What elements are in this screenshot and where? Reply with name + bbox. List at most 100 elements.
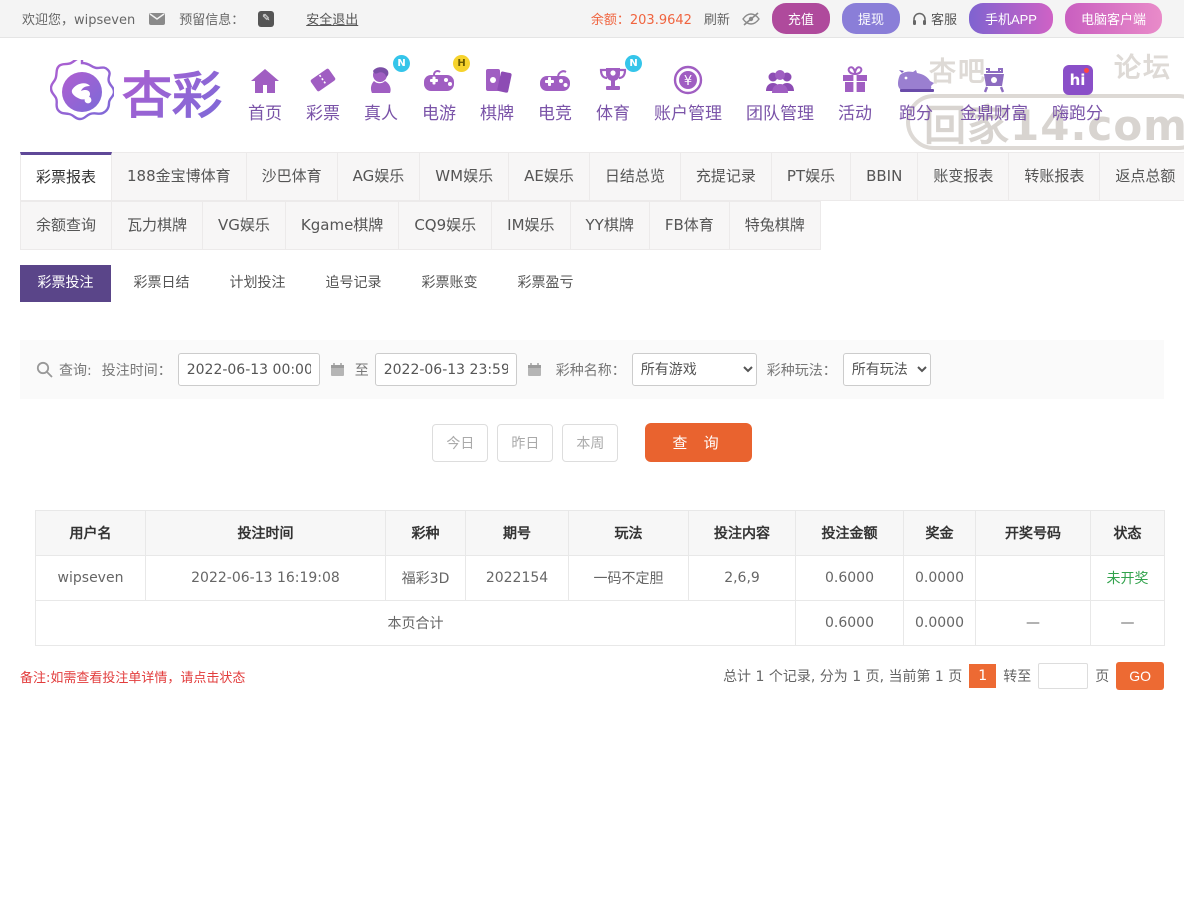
logout-link[interactable]: 安全退出 — [306, 9, 358, 28]
nav-item-promo[interactable]: 活动 — [838, 61, 872, 124]
subtab-lottery-profit[interactable]: 彩票盈亏 — [500, 265, 591, 302]
go-button[interactable]: GO — [1116, 662, 1164, 690]
lottery-name-select[interactable]: 所有游戏 — [632, 353, 757, 386]
nav-item-hipaofen[interactable]: hi 嗨跑分 — [1052, 61, 1103, 124]
svg-text:¥: ¥ — [684, 74, 692, 89]
recharge-button[interactable]: 充值 — [772, 3, 830, 34]
play-type-select[interactable]: 所有玩法 — [843, 353, 931, 386]
cell-prize: 0.0000 — [904, 556, 976, 601]
tab-cq9[interactable]: CQ9娱乐 — [399, 201, 492, 250]
nav-item-home[interactable]: 首页 — [248, 61, 282, 124]
date-from-input[interactable] — [178, 353, 320, 386]
query-label: 查询: — [59, 360, 92, 380]
edit-pencil-icon[interactable]: ✎ — [258, 11, 274, 27]
site-header: 杏吧 论坛 回家14.com 杏彩 首页 — [0, 38, 1184, 146]
refresh-link[interactable]: 刷新 — [704, 9, 730, 28]
new-badge: N — [625, 55, 642, 72]
nav-item-team[interactable]: 团队管理 — [746, 61, 814, 124]
tab-tetu[interactable]: 特兔棋牌 — [730, 201, 821, 250]
cell-username: wipseven — [36, 556, 146, 601]
to-label: 至 — [355, 360, 369, 380]
table-row: wipseven 2022-06-13 16:19:08 福彩3D 202215… — [36, 556, 1165, 601]
tab-ae[interactable]: AE娱乐 — [509, 152, 590, 201]
tripod-icon — [979, 61, 1009, 95]
pc-client-button[interactable]: 电脑客户端 — [1065, 3, 1162, 34]
play-type-label: 彩种玩法： — [767, 360, 837, 380]
subtab-lottery-bets[interactable]: 彩票投注 — [20, 265, 111, 302]
tab-ag[interactable]: AG娱乐 — [338, 152, 421, 201]
bets-table: 用户名 投注时间 彩种 期号 玩法 投注内容 投注金额 奖金 开奖号码 状态 w… — [35, 510, 1165, 646]
gamepad-icon: H — [422, 61, 456, 95]
query-button[interactable]: 查 询 — [645, 423, 751, 462]
tab-wali[interactable]: 瓦力棋牌 — [112, 201, 203, 250]
tab-transfer-report[interactable]: 转账报表 — [1009, 152, 1100, 201]
yesterday-button[interactable]: 昨日 — [497, 424, 553, 462]
nav-item-lottery[interactable]: 彩票 — [306, 61, 340, 124]
subtab-lottery-account-change[interactable]: 彩票账变 — [404, 265, 495, 302]
status-link[interactable]: 未开奖 — [1091, 556, 1165, 601]
tab-im[interactable]: IM娱乐 — [492, 201, 570, 250]
tab-pt[interactable]: PT娱乐 — [772, 152, 851, 201]
withdraw-button[interactable]: 提现 — [842, 3, 900, 34]
cards-icon — [482, 61, 512, 95]
today-button[interactable]: 今日 — [432, 424, 488, 462]
subtab-plan-bets[interactable]: 计划投注 — [212, 265, 303, 302]
hot-badge: H — [453, 55, 470, 72]
tab-account-change-report[interactable]: 账变报表 — [918, 152, 1009, 201]
customer-service-link[interactable]: 客服 — [912, 9, 957, 28]
col-content: 投注内容 — [689, 511, 796, 556]
nav-item-esports[interactable]: 电竞 — [538, 61, 572, 124]
table-total-row: 本页合计 0.6000 0.0000 — — — [36, 601, 1165, 646]
tab-daily-summary[interactable]: 日结总览 — [590, 152, 681, 201]
this-week-button[interactable]: 本周 — [562, 424, 618, 462]
tab-wm[interactable]: WM娱乐 — [420, 152, 509, 201]
hi-icon: hi — [1063, 61, 1093, 95]
rhino-icon — [896, 61, 936, 95]
tab-188-sports[interactable]: 188金宝博体育 — [112, 152, 247, 201]
calendar-icon[interactable] — [527, 362, 542, 377]
nav-item-jinding[interactable]: 金鼎财富 — [960, 61, 1028, 124]
col-bet-time: 投注时间 — [146, 511, 386, 556]
headset-icon — [912, 12, 927, 26]
envelope-icon[interactable] — [149, 13, 165, 25]
topbar: 欢迎您，wipseven 预留信息： ✎ 安全退出 余额：203.9642 刷新… — [0, 0, 1184, 38]
tab-fb-sports[interactable]: FB体育 — [650, 201, 730, 250]
goto-page-input[interactable] — [1038, 663, 1088, 689]
site-logo[interactable]: 杏彩 — [50, 56, 222, 128]
tab-kgame[interactable]: Kgame棋牌 — [286, 201, 399, 250]
report-tabs-row1: 彩票报表 188金宝博体育 沙巴体育 AG娱乐 WM娱乐 AE娱乐 日结总览 充… — [20, 152, 1164, 201]
subtab-lottery-daily[interactable]: 彩票日结 — [116, 265, 207, 302]
mobile-app-button[interactable]: 手机APP — [969, 3, 1053, 34]
tab-deposit-withdraw-records[interactable]: 充提记录 — [681, 152, 772, 201]
tab-bbin[interactable]: BBIN — [851, 152, 918, 201]
nav-item-live[interactable]: N 真人 — [364, 61, 398, 124]
cell-lottery: 福彩3D — [386, 556, 466, 601]
tab-yy[interactable]: YY棋牌 — [571, 201, 650, 250]
reserved-info-label: 预留信息： — [179, 9, 244, 28]
cell-amount: 0.6000 — [796, 556, 904, 601]
logo-text: 杏彩 — [122, 56, 222, 128]
tab-lottery-report[interactable]: 彩票报表 — [20, 152, 112, 201]
current-page-badge[interactable]: 1 — [969, 664, 996, 688]
total-label: 本页合计 — [36, 601, 796, 646]
goto-label: 转至 — [1003, 666, 1031, 686]
report-tabs-row2: 余额查询 瓦力棋牌 VG娱乐 Kgame棋牌 CQ9娱乐 IM娱乐 YY棋牌 F… — [20, 201, 1164, 250]
tab-vg[interactable]: VG娱乐 — [203, 201, 286, 250]
home-icon — [249, 61, 281, 95]
tab-balance-query[interactable]: 余额查询 — [20, 201, 112, 250]
nav-item-boardgames[interactable]: 棋牌 — [480, 61, 514, 124]
subtab-chase-records[interactable]: 追号记录 — [308, 265, 399, 302]
tab-saba-sports[interactable]: 沙巴体育 — [247, 152, 338, 201]
main-nav: 首页 彩票 N 真人 H 电游 棋牌 — [248, 61, 1103, 124]
date-to-input[interactable] — [375, 353, 517, 386]
nav-item-account[interactable]: ¥ 账户管理 — [654, 61, 722, 124]
note-text: 备注:如需查看投注单详情，请点击状态 — [20, 667, 245, 686]
logo-flower-icon — [50, 60, 114, 124]
tab-rebate-total[interactable]: 返点总额 — [1100, 152, 1184, 201]
nav-item-egames[interactable]: H 电游 — [422, 61, 456, 124]
calendar-icon[interactable] — [330, 362, 345, 377]
nav-item-paofen[interactable]: 跑分 — [896, 61, 936, 124]
coin-icon: ¥ — [673, 61, 703, 95]
eye-off-icon[interactable] — [742, 12, 760, 26]
nav-item-sports[interactable]: N 体育 — [596, 61, 630, 124]
